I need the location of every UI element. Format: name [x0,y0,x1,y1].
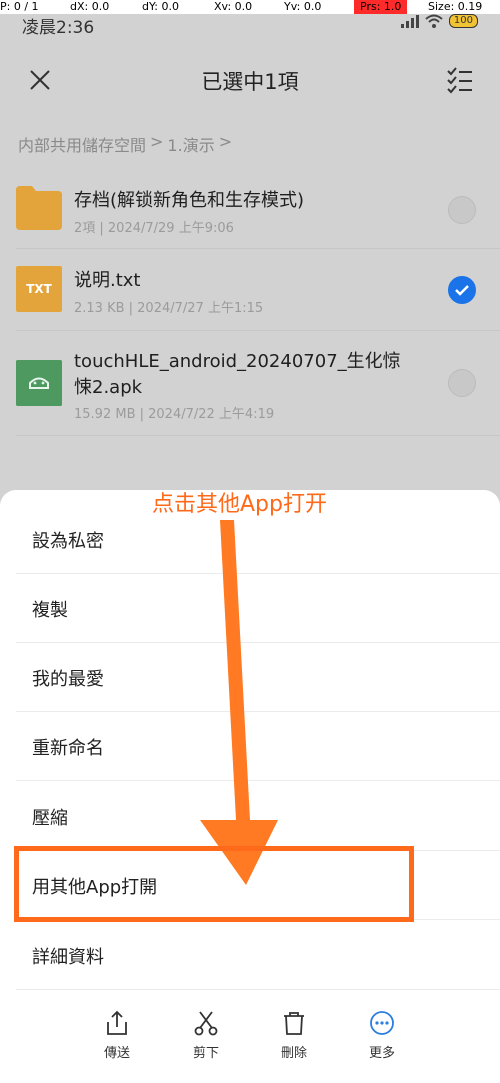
debug-dy: dY: 0.0 [142,0,179,13]
status-icons: 100 [400,14,478,28]
breadcrumb-separator: > [150,132,164,151]
annotation-highlight-box [14,846,414,922]
file-meta: 2.13 KB | 2024/7/27 上午1:15 [74,301,264,316]
debug-size: Size: 0.19 [428,0,483,13]
signal-icon [400,15,419,28]
wifi-icon [425,14,443,28]
menu-label: 設為私密 [32,531,104,552]
toolbar-label: 刪除 [280,1046,307,1061]
checked-checkbox-icon[interactable] [448,276,476,304]
file-name: 说明.txt [74,270,141,291]
more-button[interactable]: 更多 [347,1000,417,1061]
delete-button[interactable]: 刪除 [259,1000,329,1061]
trash-icon [284,1012,304,1035]
annotation-arrow-icon [200,520,278,885]
menu-label: 壓縮 [32,808,68,829]
file-name-line2: 悚2.apk [74,377,143,398]
select-all-icon[interactable] [446,66,474,94]
breadcrumb: 内部共用儲存空間 > 1.演示 > [18,132,232,156]
debug-pointer: P: 0 / 1 [0,0,39,13]
battery-icon: 100 [448,14,478,28]
txt-file-icon: TXT [16,266,62,312]
breadcrumb-folder[interactable]: 1.演示 [167,132,214,156]
file-name-line1: touchHLE_android_20240707_生化惊 [74,351,401,372]
menu-label: 重新命名 [32,738,104,759]
menu-label: 詳細資料 [32,947,104,968]
debug-yv: Yv: 0.0 [284,0,322,13]
menu-label: 複製 [32,600,68,621]
debug-prs: Prs: 1.0 [354,0,408,14]
cut-button[interactable]: 剪下 [171,1000,241,1061]
debug-dx: dX: 0.0 [70,0,110,13]
file-row-apk[interactable]: touchHLE_android_20240707_生化惊 悚2.apk 15.… [0,331,500,435]
select-checkbox[interactable] [448,369,476,397]
share-icon [107,1010,127,1035]
scissors-icon [194,1011,218,1036]
page-title: 已選中1項 [201,70,299,94]
android-apk-icon [16,360,62,406]
file-row-folder[interactable]: 存档(解锁新角色和生存模式) 2項 | 2024/7/29 上午9:06 [0,168,500,248]
toolbar-label: 剪下 [192,1046,219,1061]
file-row-txt[interactable]: TXT 说明.txt 2.13 KB | 2024/7/27 上午1:15 [0,249,500,329]
share-button[interactable]: 傳送 [82,1000,152,1061]
folder-icon [16,186,62,230]
debug-xv: Xv: 0.0 [214,0,253,13]
menu-details[interactable]: 詳細資料 [0,921,500,990]
file-name: 存档(解锁新角色和生存模式) [74,190,305,211]
toolbar-label: 傳送 [103,1046,130,1061]
breadcrumb-root[interactable]: 内部共用儲存空間 [18,132,146,156]
row-divider [16,435,500,436]
toolbar-label: 更多 [368,1046,395,1061]
status-time: 凌晨2:36 [22,18,95,38]
annotation-text: 点击其他App打开 [152,492,327,517]
bottom-toolbar: 傳送 剪下 刪除 更多 [0,1000,500,1083]
select-checkbox[interactable] [448,196,476,224]
file-meta: 15.92 MB | 2024/7/22 上午4:19 [74,407,275,422]
breadcrumb-separator: > [218,132,233,151]
debug-overlay: P: 0 / 1 dX: 0.0 dY: 0.0 Xv: 0.0 Yv: 0.0… [0,0,500,14]
file-meta: 2項 | 2024/7/29 上午9:06 [74,221,234,236]
menu-label: 我的最愛 [32,669,104,690]
more-icon [370,1011,394,1035]
